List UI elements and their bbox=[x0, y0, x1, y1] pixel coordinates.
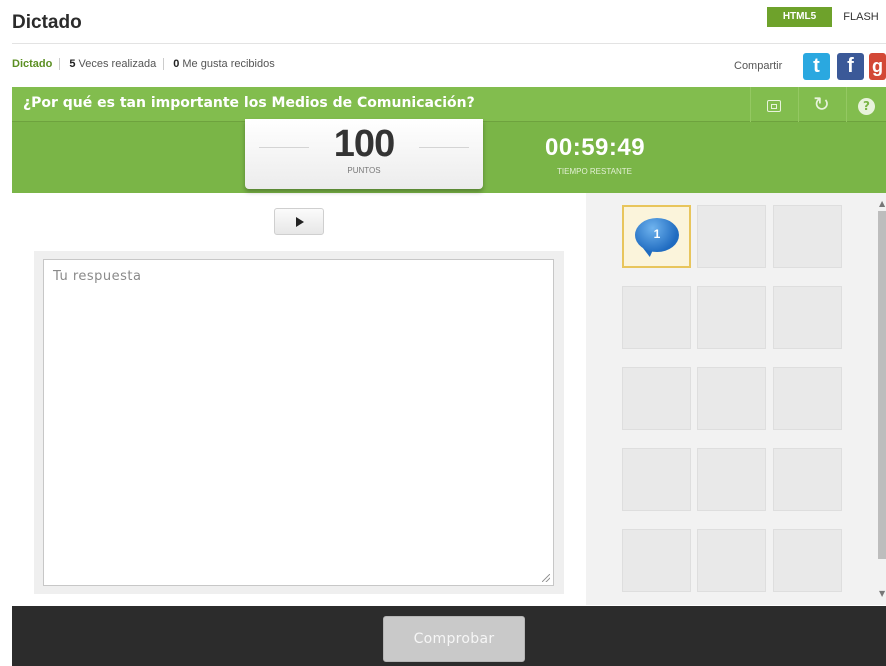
score-value: 100 bbox=[333, 123, 395, 165]
page-title: Dictado bbox=[12, 12, 82, 33]
header-divider bbox=[12, 43, 886, 44]
tile[interactable] bbox=[697, 529, 766, 592]
facebook-icon: f bbox=[847, 55, 854, 77]
score-label: PUNTOS bbox=[347, 166, 381, 175]
tile[interactable] bbox=[697, 448, 766, 511]
tile[interactable] bbox=[773, 205, 842, 268]
tile-1[interactable]: 1 bbox=[622, 205, 691, 268]
check-button[interactable]: Comprobar bbox=[383, 616, 525, 662]
twitter-share-button[interactable]: t bbox=[803, 53, 830, 80]
refresh-icon: ↻ bbox=[813, 92, 830, 116]
scroll-up-icon[interactable]: ▲ bbox=[879, 199, 885, 208]
picture-icon bbox=[766, 99, 781, 112]
play-audio-button[interactable] bbox=[274, 208, 324, 235]
tile[interactable] bbox=[773, 367, 842, 430]
times-played-count: 5 bbox=[69, 58, 76, 70]
tile[interactable] bbox=[773, 286, 842, 349]
facebook-share-button[interactable]: f bbox=[837, 53, 864, 80]
answer-container bbox=[34, 251, 564, 594]
resize-handle-icon[interactable] bbox=[542, 574, 550, 582]
help-button[interactable]: ? bbox=[846, 87, 886, 122]
google-plus-share-button[interactable]: g bbox=[869, 53, 886, 80]
tile[interactable] bbox=[622, 529, 691, 592]
scroll-down-icon[interactable]: ▼ bbox=[879, 589, 885, 598]
likes-count: 0 bbox=[173, 58, 180, 70]
tiles-panel: 1 bbox=[586, 193, 886, 605]
activity-type-link[interactable]: Dictado bbox=[12, 58, 52, 70]
tile[interactable] bbox=[697, 367, 766, 430]
tile[interactable] bbox=[622, 367, 691, 430]
times-played-label: Veces realizada bbox=[78, 58, 157, 70]
question-header: ¿Por qué es tan importante los Medios de… bbox=[12, 87, 886, 122]
tile[interactable] bbox=[773, 448, 842, 511]
stats-bar: Dictado 5 Veces realizada 0 Me gusta recib… bbox=[12, 58, 275, 71]
timer-label: TIEMPO RESTANTE bbox=[557, 167, 632, 176]
stats-separator bbox=[59, 58, 61, 71]
scroll-thumb[interactable] bbox=[878, 211, 886, 559]
restart-button[interactable]: ↻ bbox=[798, 87, 844, 122]
likes-label: Me gusta recibidos bbox=[182, 58, 275, 70]
tile[interactable] bbox=[622, 448, 691, 511]
score-card: 100 PUNTOS bbox=[245, 119, 483, 189]
speech-bubble-icon: 1 bbox=[635, 218, 679, 252]
footer-bar: Comprobar bbox=[12, 606, 886, 666]
help-icon: ? bbox=[858, 98, 875, 115]
answer-textarea[interactable] bbox=[43, 259, 554, 586]
html5-format-button[interactable]: HTML5 bbox=[767, 7, 832, 27]
stats-separator bbox=[163, 58, 165, 71]
tiles-scrollbar[interactable]: ▲ ▼ bbox=[876, 199, 886, 600]
tile[interactable] bbox=[622, 286, 691, 349]
timer-value: 00:59:49 bbox=[545, 134, 646, 161]
tile[interactable] bbox=[773, 529, 842, 592]
share-label: Compartir bbox=[734, 60, 783, 72]
tile[interactable] bbox=[697, 205, 766, 268]
google-plus-icon: g bbox=[872, 56, 883, 76]
tile[interactable] bbox=[697, 286, 766, 349]
image-toggle-button[interactable] bbox=[750, 87, 796, 122]
flash-format-button[interactable]: FLASH bbox=[836, 7, 886, 27]
question-title: ¿Por qué es tan importante los Medios de… bbox=[23, 95, 475, 111]
twitter-icon: t bbox=[813, 55, 820, 77]
